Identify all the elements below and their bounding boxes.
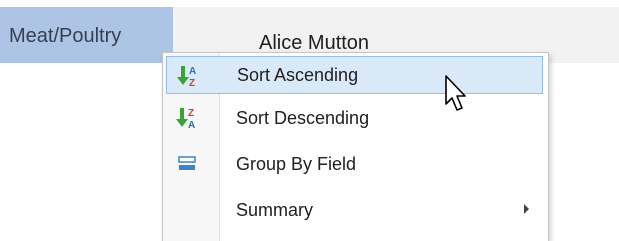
- context-menu: A Z Sort Ascending Z A Sort Descending G…: [162, 52, 549, 241]
- svg-text:A: A: [189, 66, 196, 77]
- menu-item-label: Sort Descending: [236, 108, 370, 128]
- svg-text:Z: Z: [189, 78, 195, 89]
- svg-text:Z: Z: [188, 108, 194, 119]
- sort-ascending-icon: A Z: [177, 66, 196, 89]
- menu-item-label: Summary: [236, 200, 314, 220]
- sort-descending-icon: Z A: [176, 108, 195, 131]
- menu-item-sort-descending[interactable]: Z A Sort Descending: [166, 99, 543, 137]
- category-cell-text: Meat/Poultry: [9, 25, 122, 47]
- submenu-arrow-icon: [524, 204, 529, 214]
- category-cell[interactable]: Meat/Poultry: [0, 7, 173, 63]
- svg-text:A: A: [188, 120, 195, 131]
- menu-item-label: Sort Ascending: [237, 65, 359, 85]
- menu-item-sort-ascending[interactable]: A Z Sort Ascending: [166, 56, 543, 94]
- menu-item-summary[interactable]: Summary: [166, 191, 543, 229]
- menu-item-group-by-field[interactable]: Group By Field: [166, 145, 543, 183]
- mouse-cursor-icon: [445, 75, 466, 111]
- group-by-field-icon: [178, 156, 196, 170]
- menu-item-label: Group By Field: [236, 154, 357, 174]
